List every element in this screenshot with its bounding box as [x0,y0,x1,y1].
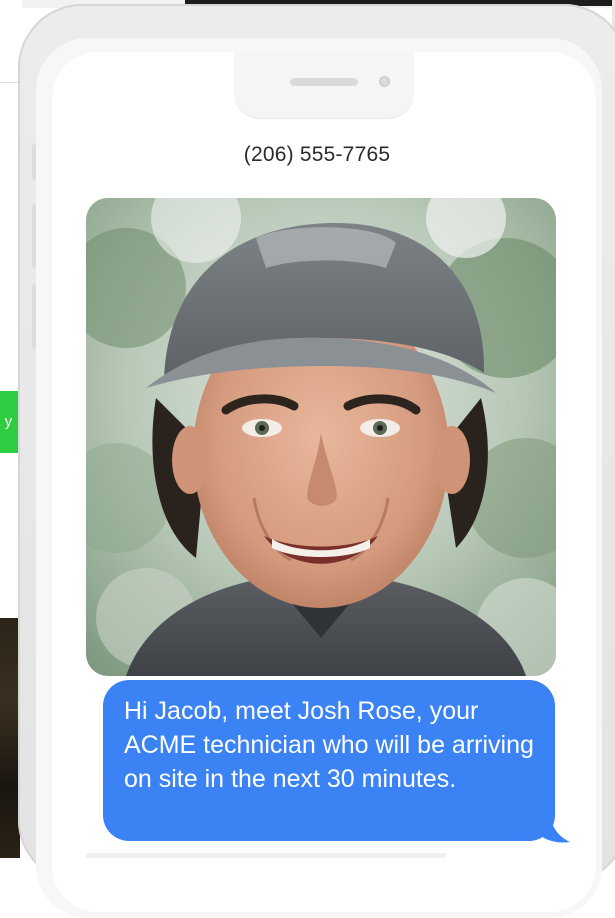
bubble-tail-icon [536,814,570,843]
photo-message[interactable] [86,198,556,676]
contact-phone-number[interactable]: (206) 555-7765 [200,143,434,167]
background-cta-button[interactable]: k y [0,391,20,453]
technician-photo-icon [86,198,556,676]
next-message-hint [86,853,446,858]
background-photo [0,618,20,858]
text-message-bubble[interactable]: Hi Jacob, meet Josh Rose, your ACME tech… [103,680,555,841]
camera-icon [379,76,390,87]
speaker-icon [290,78,358,86]
